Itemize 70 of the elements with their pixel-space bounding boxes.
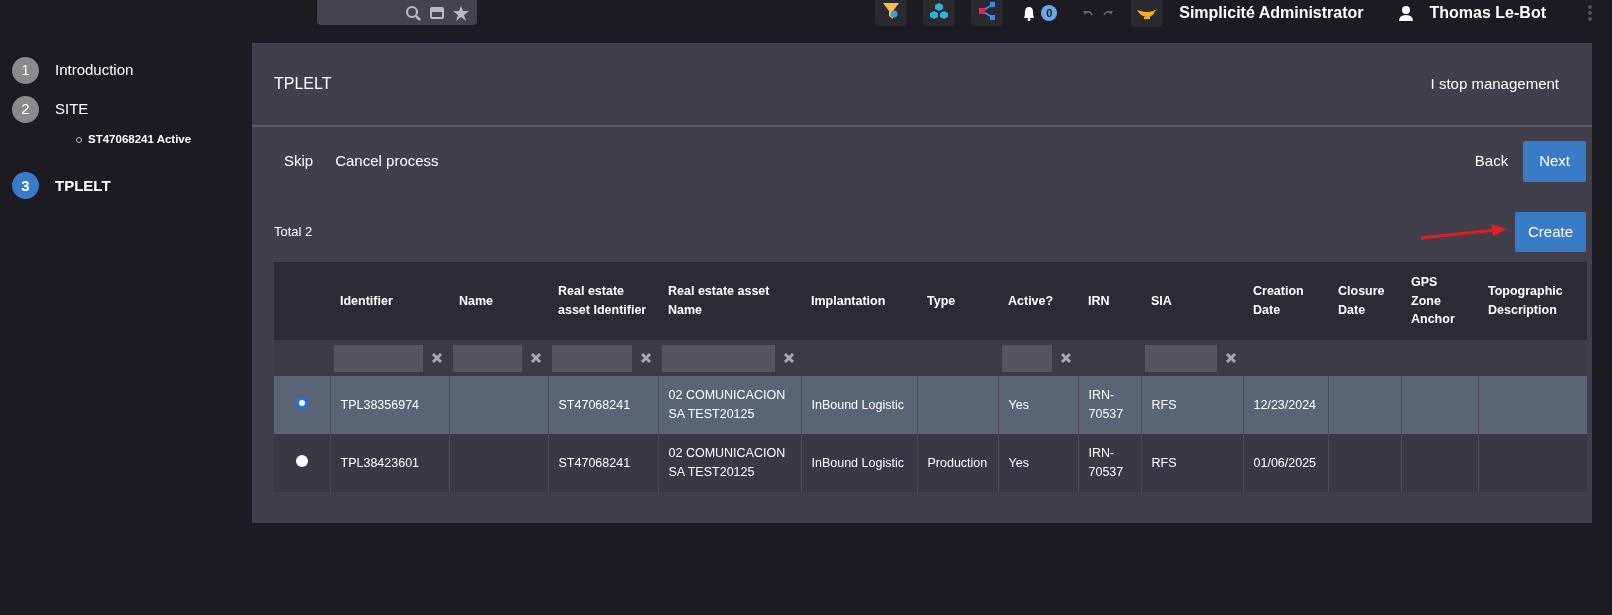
clear-icon[interactable] [431,352,443,364]
filter-field[interactable] [1145,344,1217,372]
table-cell: 12/23/2024 [1253,397,1317,412]
step-number[interactable]: 3 [12,172,39,200]
column-header[interactable]: Topographic Description [1478,262,1587,340]
column-header[interactable]: Creation Date [1243,262,1328,340]
cubes-icon[interactable] [923,0,956,26]
column-header[interactable]: Closure Date [1328,262,1401,340]
table-cell: 02 COMUNICACION SA TEST20125 [668,446,786,479]
table-cell: 01/06/2025 [1253,455,1317,470]
table-cell: Production [927,455,988,470]
arrow-icon [1418,223,1509,240]
table-cell: IRN-70537 [1088,446,1124,479]
radio-button[interactable] [295,396,308,409]
filter-field[interactable] [552,344,632,372]
clear-icon[interactable] [1060,352,1072,364]
table-cell: ST47068241 [558,397,631,412]
column-header[interactable]: Real estate asset Identifier [548,262,658,340]
table-cell: InBound Logistic [811,397,904,412]
sub-step-label[interactable]: ST47068241 Active [88,131,192,149]
table-cell: Yes [1008,397,1029,412]
column-header[interactable]: IRN [1078,262,1141,340]
radio-button[interactable] [295,454,308,467]
clear-icon[interactable] [783,352,795,364]
filter-field[interactable] [662,344,775,372]
filter-icon[interactable] [875,0,908,26]
column-header[interactable]: Type [917,262,998,340]
filter-field[interactable] [453,344,522,372]
search-field[interactable] [317,0,477,25]
user-icon[interactable] [1397,5,1414,21]
notification-count: 0 [1041,5,1058,21]
window-icon[interactable] [429,4,445,21]
user-name: Thomas Le-Bot [1429,3,1546,23]
create-button[interactable]: Create [1514,211,1586,252]
stop-management-button[interactable]: I stop management [1419,66,1570,102]
app-name: Simplicité Administrator [1179,3,1364,23]
column-header[interactable]: Implantation [801,262,917,340]
column-header[interactable]: GPS Zone Anchor [1401,262,1478,340]
share-icon[interactable] [971,0,1004,26]
filter-field[interactable] [334,344,423,372]
table-cell: Yes [1008,455,1029,470]
table-cell: 02 COMUNICACION SA TEST20125 [668,388,786,421]
back-button[interactable]: Back [1463,144,1520,179]
step-label[interactable]: Introduction [55,59,134,82]
column-header[interactable]: Identifier [330,262,449,340]
next-button[interactable]: Next [1523,141,1586,182]
search-icon[interactable] [405,4,421,21]
table-cell: IRN-70537 [1088,388,1124,421]
toolbar-link[interactable]: Skip [273,144,325,179]
filter-field[interactable] [1002,344,1052,372]
panel-title: TPLELT [274,74,332,94]
clear-icon[interactable] [640,352,652,364]
column-header[interactable]: SIA [1141,262,1243,340]
total-count: Total 2 [274,223,313,241]
table-cell: InBound Logistic [811,455,904,470]
column-header[interactable]: Active? [998,262,1078,340]
table-cell: TPL38356974 [340,397,420,412]
clear-icon[interactable] [1225,352,1237,364]
column-header[interactable]: Name [449,262,548,340]
column-header[interactable]: Real estate asset Name [658,262,801,340]
table-cell: RFS [1151,397,1177,412]
table-cell: RFS [1151,455,1177,470]
table-cell: ST47068241 [558,455,631,470]
toolbar-link[interactable]: Cancel process [324,144,450,179]
clear-icon[interactable] [530,352,542,364]
star-icon[interactable] [453,4,469,21]
step-label[interactable]: TPLELT [55,174,111,197]
table-cell: TPL38423601 [340,455,420,470]
step-label[interactable]: SITE [55,98,89,121]
lamp-icon[interactable] [1131,0,1164,27]
